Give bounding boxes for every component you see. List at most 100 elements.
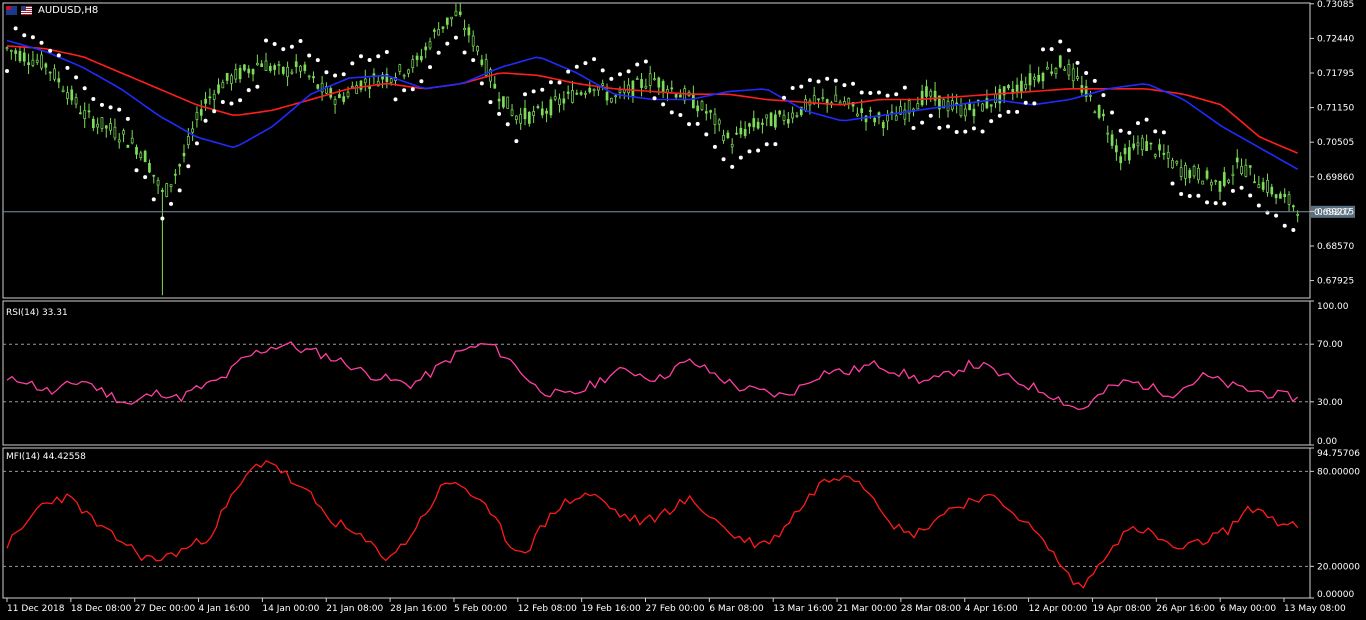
sar-dot	[730, 164, 735, 169]
candle-body	[700, 101, 704, 110]
sar-dot	[816, 79, 821, 84]
candle-body	[553, 96, 557, 100]
sar-dot	[479, 81, 484, 86]
candle-body	[1102, 113, 1105, 117]
sar-dot	[108, 105, 113, 110]
candle-body	[359, 80, 363, 90]
sar-dot	[229, 101, 234, 106]
rsi-pane[interactable]	[3, 341, 1310, 411]
sar-dot	[169, 201, 174, 206]
candle-body	[113, 126, 117, 139]
sar-dot	[712, 144, 717, 149]
candle-body	[204, 98, 207, 104]
sar-dot	[1144, 117, 1149, 122]
candle-body	[735, 132, 738, 135]
sar-dot	[203, 118, 208, 123]
sar-dot	[324, 70, 329, 75]
candle-body	[174, 173, 177, 176]
candle-body	[22, 52, 26, 62]
sar-dot	[523, 92, 527, 97]
candle-body	[5, 47, 9, 50]
candle-body	[277, 64, 281, 66]
candle-body	[540, 108, 544, 116]
candle-body	[74, 97, 78, 105]
sar-dot	[246, 88, 251, 93]
sar-dot	[609, 76, 614, 81]
candle-body	[251, 68, 255, 75]
candle-body	[838, 101, 842, 105]
sar-dot	[1127, 130, 1132, 135]
sar-dot	[1239, 185, 1244, 190]
sar-dot	[5, 68, 9, 73]
sar-dot	[82, 86, 87, 91]
candle-body	[726, 132, 730, 139]
price-pane[interactable]	[3, 2, 1310, 296]
candle-body	[519, 114, 523, 124]
candle-body	[1110, 134, 1114, 146]
x-tick-label: 12 Feb 08:00	[518, 604, 577, 614]
candle-body	[696, 105, 700, 112]
sar-dot	[851, 81, 856, 86]
candle-body	[208, 96, 212, 99]
candle-body	[523, 108, 527, 120]
x-tick-label: 12 Apr 00:00	[1029, 604, 1088, 614]
sar-dot	[402, 88, 407, 93]
candle-body	[1058, 55, 1062, 68]
mfi-tick-label: 20.00000	[1317, 562, 1360, 572]
price-tick-label: 0.69215	[1317, 207, 1354, 217]
candle-body	[1201, 180, 1205, 185]
candle-body	[221, 82, 225, 89]
candle-body	[350, 86, 354, 88]
sar-dot	[160, 216, 165, 221]
candle-body	[1045, 66, 1049, 70]
candle-body	[515, 115, 518, 120]
sar-dot	[1015, 109, 1020, 114]
candle-body	[117, 139, 121, 143]
sar-dot	[436, 50, 441, 55]
candle-body	[1145, 141, 1148, 152]
rsi-frame	[2, 300, 1311, 446]
candle-body	[471, 35, 475, 47]
price-tick-label: 0.68570	[1317, 242, 1354, 252]
sar-dot	[868, 91, 873, 96]
candle-body	[916, 103, 920, 110]
candle-body	[1188, 170, 1192, 179]
candle-body	[881, 122, 885, 129]
candle-body	[476, 46, 479, 52]
candle-body	[1140, 137, 1144, 151]
sar-dot	[333, 73, 338, 78]
sar-dot	[194, 141, 199, 146]
sar-dot	[825, 76, 830, 81]
mfi-line	[6, 460, 1299, 589]
candle-body	[575, 92, 579, 95]
sar-dot	[954, 129, 959, 134]
candle-body	[1248, 165, 1252, 168]
candle-body	[856, 113, 859, 117]
trading-chart[interactable]: 0.692070.730850.724400.717950.711500.705…	[0, 0, 1366, 620]
sar-dot	[782, 95, 786, 100]
sar-dot	[514, 139, 519, 144]
candle-body	[290, 71, 294, 74]
candle-body	[212, 93, 216, 100]
candle-body	[66, 92, 69, 99]
candle-body	[605, 91, 609, 101]
candle-body	[234, 69, 238, 80]
x-tick-label: 14 Jan 00:00	[262, 604, 319, 614]
sar-dot	[738, 155, 743, 160]
sar-dot	[747, 149, 752, 154]
sar-dot	[946, 124, 951, 129]
candle-body	[169, 184, 173, 187]
candle-body	[804, 98, 807, 111]
sar-dot	[548, 80, 553, 85]
sar-dot	[272, 41, 277, 46]
candle-body	[493, 83, 497, 89]
sar-dot	[704, 132, 709, 137]
candle-body	[35, 59, 39, 63]
sar-dot	[902, 85, 907, 90]
x-tick-label: 21 Mar 00:00	[837, 604, 897, 614]
candle-body	[752, 118, 756, 128]
sar-dot	[1205, 200, 1210, 205]
candle-body	[1214, 180, 1218, 183]
mfi-pane[interactable]	[3, 460, 1310, 589]
ma-fast-line	[6, 39, 1299, 170]
